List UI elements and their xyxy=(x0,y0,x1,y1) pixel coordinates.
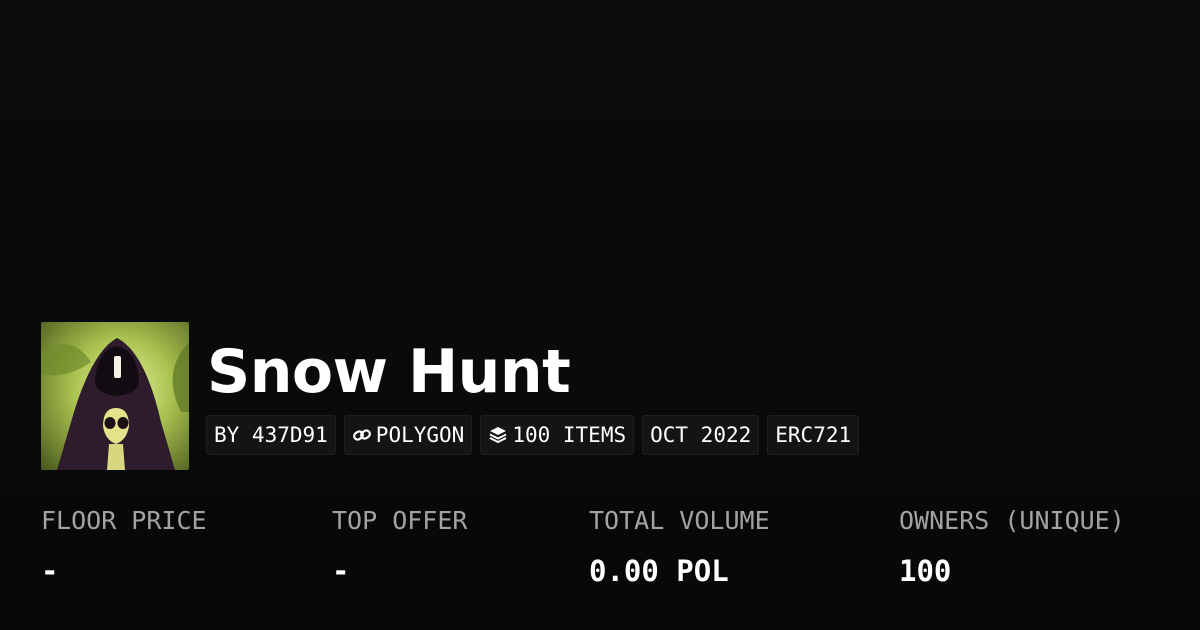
standard-tag: ERC721 xyxy=(767,415,860,455)
stat-label: FLOOR PRICE xyxy=(41,506,207,535)
stat-top-offer: TOP OFFER - xyxy=(332,504,467,588)
stat-value: 100 xyxy=(899,554,952,588)
items-tag[interactable]: 100 ITEMS xyxy=(480,415,635,455)
stat-owners: OWNERS (UNIQUE) 100 xyxy=(899,504,1125,588)
stat-value: 0.00 POL xyxy=(589,554,729,588)
collection-title: Snow Hunt xyxy=(207,337,571,407)
date-tag: OCT 2022 xyxy=(642,415,760,455)
collection-tags: BY 437D91 POLYGON 100 ITEMS OCT 2022 ERC… xyxy=(206,415,860,455)
standard-tag-label: ERC721 xyxy=(775,423,852,447)
stat-label: OWNERS (UNIQUE) xyxy=(899,506,1125,535)
stat-total-volume: TOTAL VOLUME 0.00 POL xyxy=(589,504,770,588)
layers-icon xyxy=(488,425,508,445)
stat-label: TOP OFFER xyxy=(332,506,468,535)
stat-label: TOTAL VOLUME xyxy=(589,506,770,535)
stat-floor-price: FLOOR PRICE - xyxy=(41,504,207,588)
items-tag-label: 100 ITEMS xyxy=(512,423,627,447)
collection-avatar xyxy=(41,322,189,470)
stat-value: - xyxy=(332,554,350,588)
creator-tag-label: BY 437D91 xyxy=(214,423,328,447)
chain-link-icon xyxy=(352,425,372,445)
date-tag-label: OCT 2022 xyxy=(650,423,752,447)
chain-tag-label: POLYGON xyxy=(375,423,465,447)
stat-value: - xyxy=(41,554,59,588)
creator-tag[interactable]: BY 437D91 xyxy=(206,415,336,455)
chain-tag[interactable]: POLYGON xyxy=(343,415,473,455)
